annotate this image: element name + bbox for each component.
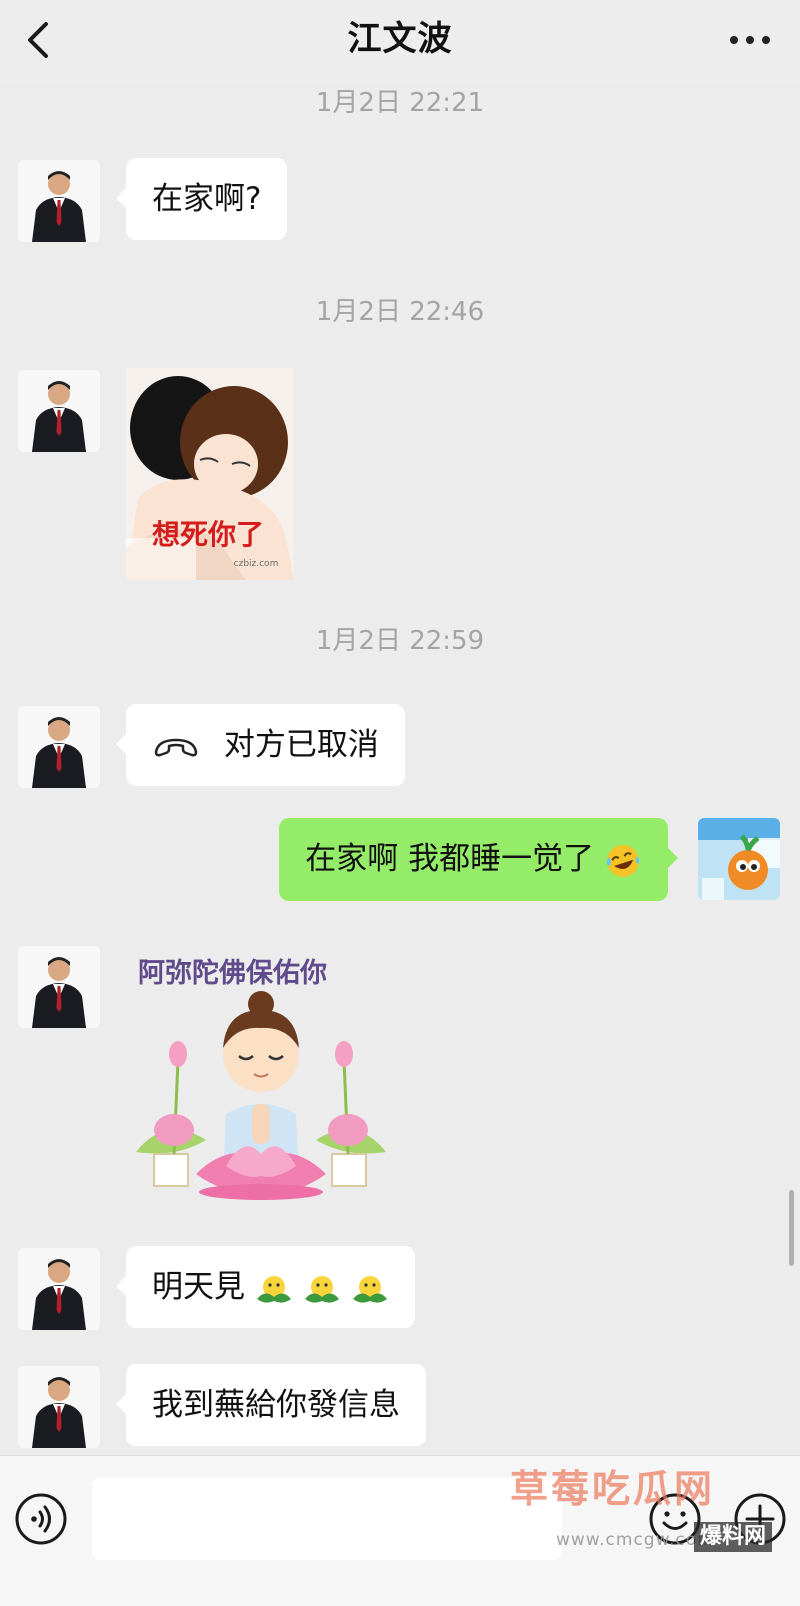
- contact-avatar[interactable]: [18, 706, 100, 788]
- man-in-suit-avatar-icon: [18, 1366, 100, 1448]
- message-bubble[interactable]: 明天見: [116, 1246, 415, 1328]
- sticker-small-text: czbiz.com: [234, 559, 279, 569]
- watermark-tag: 爆料网: [694, 1522, 773, 1552]
- message-text: 在家啊?: [152, 181, 262, 217]
- message-timestamp: 1月2日 22:59: [315, 626, 485, 656]
- chat-title: 江文波: [347, 19, 453, 59]
- message-bubble[interactable]: 我到蕪給你發信息: [116, 1364, 426, 1446]
- man-in-suit-avatar-icon: [18, 706, 100, 788]
- chat-header: 江文波: [0, 0, 800, 84]
- sprout-emoji-icon: [304, 1275, 339, 1303]
- praying-monk-lotus-sticker-icon: 阿弥陀佛保佑你: [136, 957, 386, 1200]
- more-dot-icon: [746, 36, 754, 44]
- sticker-caption: 阿弥陀佛保佑你: [138, 957, 327, 989]
- message-bubble[interactable]: 在家啊?: [115, 158, 288, 240]
- contact-avatar[interactable]: [18, 1248, 100, 1330]
- message-input[interactable]: [92, 1478, 562, 1560]
- watermark-text: 草莓吃瓜网: [510, 1467, 716, 1511]
- sticker-caption: 想死你了: [152, 518, 264, 551]
- my-message-bubble[interactable]: 在家啊 我都睡一觉了: [279, 818, 678, 901]
- sprout-emoji-icon: [352, 1275, 387, 1303]
- more-options-button[interactable]: [730, 28, 774, 52]
- man-in-suit-avatar-icon: [18, 946, 100, 1028]
- message-text: 明天見: [152, 1269, 245, 1305]
- contact-avatar[interactable]: [18, 1366, 100, 1448]
- contact-avatar[interactable]: [18, 160, 100, 242]
- contact-avatar[interactable]: [18, 946, 100, 1028]
- man-in-suit-avatar-icon: [18, 1248, 100, 1330]
- message-timestamp: 1月2日 22:21: [315, 88, 485, 118]
- call-status-text: 对方已取消: [223, 727, 379, 763]
- message-timestamp: 1月2日 22:46: [315, 297, 485, 327]
- more-dot-icon: [730, 36, 738, 44]
- laughing-crying-emoji-icon: [606, 844, 640, 877]
- contact-avatar[interactable]: [18, 370, 100, 452]
- call-record-bubble[interactable]: 对方已取消: [116, 704, 405, 786]
- phone-hangup-icon: [154, 738, 198, 756]
- hugging-couple-sticker-icon: 想死你了 czbiz.com: [126, 368, 294, 580]
- message-text: 在家啊 我都睡一觉了: [305, 841, 595, 877]
- voice-icon: [15, 1493, 67, 1545]
- orange-cartoon-avatar-icon: [698, 818, 780, 900]
- man-in-suit-avatar-icon: [18, 370, 100, 452]
- message-text: 我到蕪給你發信息: [152, 1387, 400, 1423]
- my-avatar[interactable]: [698, 818, 780, 900]
- sprout-emoji-icon: [256, 1275, 291, 1303]
- man-in-suit-avatar-icon: [18, 160, 100, 242]
- blessing-sticker[interactable]: 阿弥陀佛保佑你: [126, 944, 396, 1206]
- more-dot-icon: [762, 36, 770, 44]
- hug-sticker[interactable]: 想死你了 czbiz.com: [126, 368, 294, 580]
- watermark-url: www.cmcgw.com: [556, 1530, 715, 1550]
- voice-input-button[interactable]: [14, 1492, 68, 1546]
- scrollbar[interactable]: [789, 1190, 794, 1266]
